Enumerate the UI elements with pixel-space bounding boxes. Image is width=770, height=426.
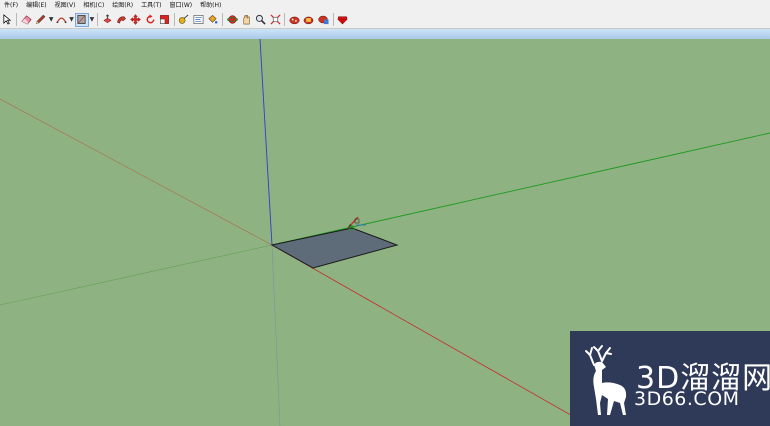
eraser-icon[interactable] xyxy=(21,14,33,26)
menu-tools[interactable]: 工具(T) xyxy=(137,0,165,11)
toolbar-separator xyxy=(284,13,286,26)
main-toolbar: ▼ ▼ ▼ xyxy=(0,11,770,29)
zoom-icon[interactable] xyxy=(255,14,267,26)
zoom-extents-icon[interactable] xyxy=(269,14,281,26)
toolbar-separator xyxy=(96,13,98,26)
menu-edit[interactable]: 编辑(E) xyxy=(22,0,50,11)
red-axis-positive xyxy=(271,244,591,426)
menu-bar: 件(F) 编辑(E) 视图(V) 相机(C) 绘图(R) 工具(T) 窗口(W)… xyxy=(0,0,770,11)
green-axis-positive xyxy=(271,132,770,246)
extension-icon[interactable] xyxy=(317,14,329,26)
line-tools-dropdown-icon[interactable]: ▼ xyxy=(48,14,54,26)
pan-icon[interactable] xyxy=(240,14,252,26)
toolbar-separator xyxy=(332,13,334,26)
menu-file[interactable]: 件(F) xyxy=(0,0,22,11)
rotate-icon[interactable] xyxy=(144,14,156,26)
watermark-logo: 3D溜溜网 3D66.COM xyxy=(570,331,770,426)
warehouse-icon[interactable] xyxy=(289,14,301,26)
shape-tools-dropdown-icon[interactable]: ▼ xyxy=(89,14,95,26)
toolbar-separator xyxy=(173,13,175,26)
scale-icon[interactable] xyxy=(159,14,171,26)
logo-domain-text: 3D66.COM xyxy=(634,388,740,410)
move-icon[interactable] xyxy=(130,14,142,26)
blue-axis-negative xyxy=(271,244,281,426)
menu-camera[interactable]: 相机(C) xyxy=(79,0,108,11)
text-icon[interactable] xyxy=(192,14,204,26)
deer-logo-icon xyxy=(585,345,627,415)
pushpull-icon[interactable] xyxy=(101,14,113,26)
rectangle-face[interactable] xyxy=(270,227,399,269)
component-icon[interactable] xyxy=(303,14,315,26)
followme-icon[interactable] xyxy=(115,14,127,26)
menu-view[interactable]: 视图(V) xyxy=(51,0,80,11)
arc-tools-dropdown-icon[interactable]: ▼ xyxy=(69,14,75,26)
toolbar-bottom-strip xyxy=(0,29,770,39)
orbit-icon[interactable] xyxy=(226,14,238,26)
menu-window[interactable]: 窗口(W) xyxy=(166,0,197,11)
menu-help[interactable]: 帮助(H) xyxy=(196,0,225,11)
green-axis-negative xyxy=(0,244,273,306)
tape-measure-icon[interactable] xyxy=(178,14,190,26)
arc-icon[interactable] xyxy=(55,14,67,26)
pencil-line-icon[interactable] xyxy=(35,14,47,26)
toolbar-separator xyxy=(16,13,18,26)
blue-axis-positive xyxy=(259,39,273,246)
red-axis-negative xyxy=(0,98,273,246)
rectangle-icon[interactable] xyxy=(74,12,89,27)
toolbar-separator xyxy=(221,13,223,26)
paint-bucket-icon[interactable] xyxy=(207,14,219,26)
menu-draw[interactable]: 绘图(R) xyxy=(108,0,137,11)
ruby-icon[interactable] xyxy=(337,14,349,26)
select-arrow-icon[interactable] xyxy=(1,14,13,26)
